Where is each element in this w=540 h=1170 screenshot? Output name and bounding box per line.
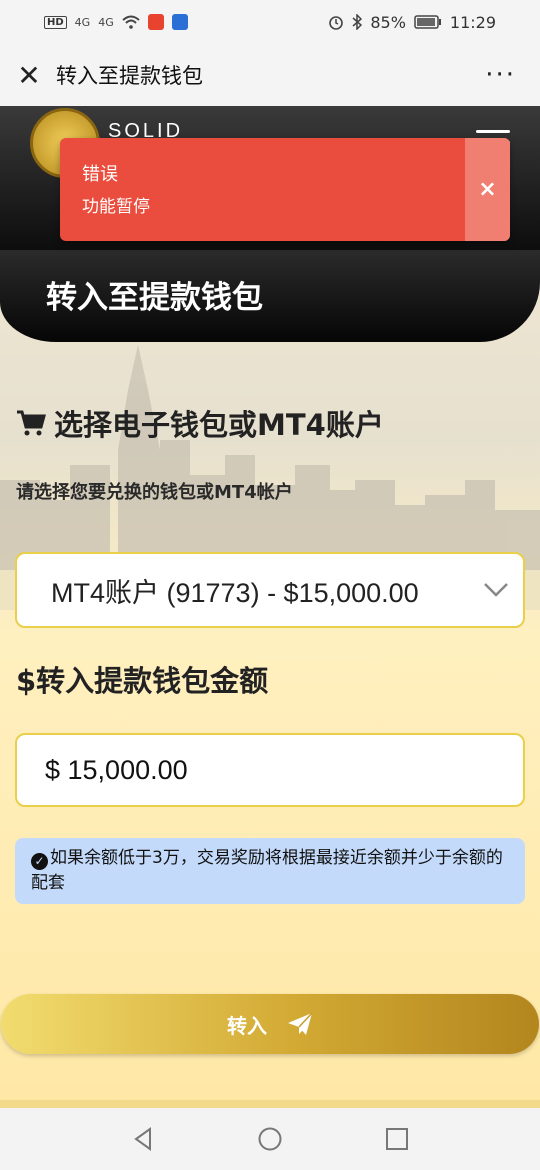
status-right: 85% 11:29 bbox=[328, 13, 496, 32]
back-icon[interactable] bbox=[130, 1126, 156, 1152]
signal-2: 4G bbox=[98, 15, 114, 29]
toast-close-icon[interactable]: × bbox=[465, 138, 510, 241]
home-icon[interactable] bbox=[257, 1126, 283, 1152]
status-left: HD 4G 4G bbox=[44, 14, 188, 30]
select-heading: 选择电子钱包或MT4账户 bbox=[16, 402, 384, 444]
paper-plane-icon bbox=[288, 1012, 313, 1035]
submit-label: 转入 bbox=[227, 1013, 267, 1038]
error-toast: 错误 功能暂停 × bbox=[60, 138, 510, 241]
alarm-icon bbox=[329, 16, 344, 30]
select-heading-text: 选择电子钱包或MT4账户 bbox=[54, 408, 384, 442]
app-notification-icon bbox=[147, 14, 164, 30]
amount-heading-text: $转入提款钱包金额 bbox=[16, 664, 269, 698]
account-select[interactable]: MT4账户 (91773) - $15,000.00 bbox=[15, 552, 525, 628]
title-bar: ✕ 转入至提款钱包 ··· bbox=[0, 44, 540, 106]
shopping-cart-icon bbox=[17, 410, 46, 436]
recents-icon[interactable] bbox=[384, 1126, 410, 1152]
status-bar: HD 4G 4G 85% 11:29 bbox=[0, 0, 540, 44]
select-hint: 请选择您要兑换的钱包或MT4帐户 bbox=[16, 482, 293, 503]
transfer-submit-button[interactable]: 转入 bbox=[1, 994, 539, 1054]
chevron-down-icon bbox=[484, 583, 508, 597]
amount-heading: $转入提款钱包金额 bbox=[16, 658, 268, 700]
app-notification-icon-2 bbox=[171, 14, 188, 30]
check-circle-icon: ✓ bbox=[31, 853, 48, 870]
page-title: 转入至提款钱包 bbox=[46, 280, 263, 316]
clock: 11:29 bbox=[449, 12, 496, 32]
toast-title: 错误 bbox=[82, 164, 118, 185]
battery-icon bbox=[414, 15, 441, 29]
amount-input[interactable]: $ 15,000.00 bbox=[15, 733, 525, 807]
bluetooth-icon bbox=[352, 14, 363, 30]
toast-message: 功能暂停 bbox=[82, 197, 150, 217]
more-dots-icon[interactable]: ··· bbox=[485, 60, 526, 90]
page-bottom-strip bbox=[0, 1100, 540, 1108]
info-notice: ✓ 如果余额低于3万，交易奖励将根据最接近余额并少于余额的配套 bbox=[15, 838, 525, 904]
system-navigation-bar bbox=[0, 1108, 540, 1170]
hd-badge: HD bbox=[44, 15, 67, 29]
signal-1: 4G bbox=[74, 15, 91, 29]
info-text: 如果余额低于3万，交易奖励将根据最接近余额并少于余额的配套 bbox=[31, 848, 503, 893]
wifi-icon bbox=[122, 15, 140, 29]
window-title: 转入至提款钱包 bbox=[56, 64, 203, 88]
close-icon[interactable]: ✕ bbox=[14, 59, 44, 92]
toast-body: 错误 功能暂停 bbox=[60, 138, 465, 241]
page-title-banner: 转入至提款钱包 bbox=[0, 250, 540, 342]
battery-percent: 85% bbox=[370, 12, 406, 32]
amount-input-value: $ 15,000.00 bbox=[45, 754, 188, 785]
account-select-value: MT4账户 (91773) - $15,000.00 bbox=[51, 577, 419, 608]
